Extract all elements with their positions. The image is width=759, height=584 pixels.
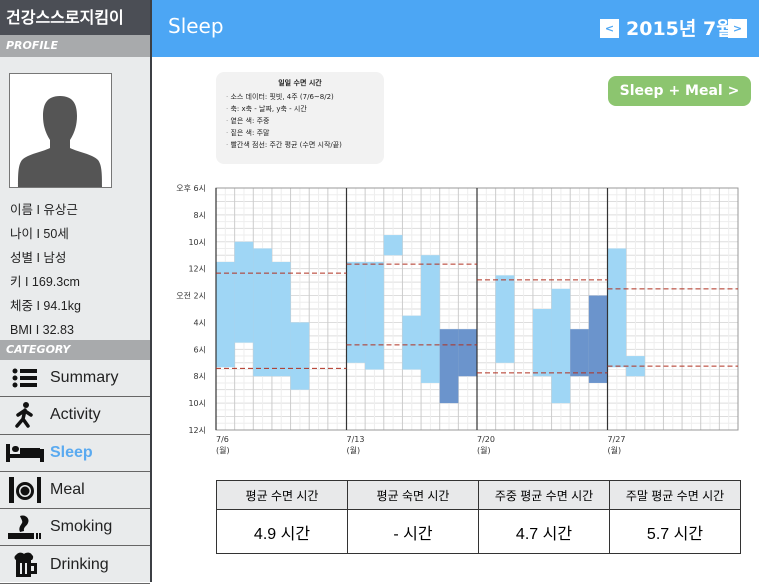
sleep-bar bbox=[495, 275, 515, 363]
y-tick-label: 8시 bbox=[194, 372, 206, 381]
page-title: Sleep bbox=[168, 14, 224, 38]
profile-bmi: BMI I 32.83 bbox=[10, 323, 74, 337]
sidebar-item-label: Meal bbox=[50, 481, 85, 499]
sidebar-item-label: Summary bbox=[50, 369, 119, 387]
y-tick-label: 오후 6시 bbox=[176, 184, 206, 193]
profile-photo bbox=[9, 73, 112, 188]
person-silhouette-icon bbox=[18, 96, 102, 187]
legend-item: 소스 데이터: 핏빗, 4주 (7/6~8/2) bbox=[226, 91, 374, 103]
sleep-bar bbox=[271, 261, 291, 377]
sleep-bar bbox=[253, 248, 272, 377]
prev-month-button[interactable]: < bbox=[600, 19, 619, 38]
sidebar-item-label: Smoking bbox=[50, 518, 113, 536]
category-header: CATEGORY bbox=[0, 340, 150, 360]
sidebar-item-sleep[interactable]: Sleep bbox=[0, 435, 150, 472]
app-title: 건강스스로지킴이 bbox=[0, 0, 150, 35]
legend-item: 빨간색 점선: 주간 평균 (수면 시작/끝) bbox=[226, 139, 374, 151]
x-tick-day: (월) bbox=[608, 445, 622, 455]
summary-header: 평균 수면 시간 bbox=[216, 480, 348, 510]
sleep-bar bbox=[383, 235, 403, 256]
sleep-bar bbox=[588, 295, 608, 383]
beer-mug-icon bbox=[0, 552, 50, 578]
y-tick-label: 12시 bbox=[188, 265, 206, 274]
sidebar-item-label: Activity bbox=[50, 406, 101, 424]
sleep-bar bbox=[570, 329, 589, 377]
sidebar: 건강스스로지킴이 PROFILE 이름 I 유상근 나이 I 50세 성별 I … bbox=[0, 0, 152, 584]
sidebar-item-label: Sleep bbox=[50, 443, 93, 461]
profile-header: PROFILE bbox=[0, 35, 150, 57]
y-tick-label: 8시 bbox=[194, 211, 206, 220]
current-month: 2015년 7월 bbox=[626, 18, 734, 40]
y-tick-label: 10시 bbox=[188, 238, 206, 247]
y-tick-label: 6시 bbox=[194, 345, 206, 354]
summary-header: 주말 평균 수면 시간 bbox=[609, 480, 741, 510]
sleep-bar bbox=[439, 329, 459, 404]
sleep-bar bbox=[532, 309, 552, 377]
sleep-bar bbox=[402, 315, 422, 370]
sidebar-item-meal[interactable]: Meal bbox=[0, 472, 150, 510]
y-tick-label: 오전 2시 bbox=[176, 291, 206, 301]
summary-table: 평균 수면 시간 평균 숙면 시간 주중 평균 수면 시간 주말 평균 수면 시… bbox=[216, 480, 741, 554]
sidebar-item-activity[interactable]: Activity bbox=[0, 397, 150, 435]
summary-header: 주중 평균 수면 시간 bbox=[478, 480, 610, 510]
x-tick-label: 7/6 bbox=[216, 435, 229, 444]
plate-cutlery-icon bbox=[0, 477, 50, 504]
next-month-button[interactable]: > bbox=[728, 19, 747, 38]
sidebar-item-label: Drinking bbox=[50, 555, 109, 573]
profile-name: 이름 I 유상근 bbox=[10, 203, 78, 217]
profile-gender: 성별 I 남성 bbox=[10, 251, 67, 265]
x-tick-label: 7/27 bbox=[608, 435, 626, 444]
cigarette-icon bbox=[0, 514, 50, 540]
sleep-bar bbox=[346, 261, 366, 363]
sidebar-item-drinking[interactable]: Drinking bbox=[0, 546, 150, 584]
x-tick-day: (월) bbox=[216, 445, 230, 455]
summary-value: 4.9 시간 bbox=[216, 509, 348, 554]
page-header: Sleep < 2015년 7월 > bbox=[152, 0, 759, 57]
legend-item: 짙은 색: 주말 bbox=[226, 127, 374, 139]
y-tick-label: 4시 bbox=[194, 318, 206, 327]
legend-item: 옅은 색: 주중 bbox=[226, 115, 374, 127]
profile-height: 키 I 169.3cm bbox=[10, 275, 80, 289]
profile-info: 이름 I 유상근 나이 I 50세 성별 I 남성 키 I 169.3cm 체중… bbox=[10, 198, 81, 342]
category-nav: CATEGORY Summary Activity Sleep Meal Smo… bbox=[0, 340, 150, 584]
summary-value: 5.7 시간 bbox=[609, 509, 741, 554]
sidebar-item-smoking[interactable]: Smoking bbox=[0, 509, 150, 547]
sleep-chart: 오후 6시8시10시12시오전 2시4시6시8시10시12시7/6(월)7/13… bbox=[176, 184, 739, 455]
sleep-meal-button[interactable]: Sleep + Meal > bbox=[608, 76, 751, 106]
x-tick-label: 7/20 bbox=[477, 435, 495, 444]
summary-value: 4.7 시간 bbox=[478, 509, 610, 554]
y-tick-label: 10시 bbox=[188, 399, 206, 408]
sleep-bar bbox=[365, 261, 384, 370]
sleep-bar bbox=[607, 248, 627, 368]
sleep-bar bbox=[234, 241, 254, 343]
summary-value: - 시간 bbox=[347, 509, 479, 554]
y-tick-label: 12시 bbox=[188, 426, 206, 435]
profile-age: 나이 I 50세 bbox=[10, 227, 69, 241]
chart-legend: 일일 수면 시간 소스 데이터: 핏빗, 4주 (7/6~8/2) 축: x축 … bbox=[216, 72, 384, 164]
running-person-icon bbox=[0, 402, 50, 429]
legend-item: 축: x축 - 날짜, y축 - 시간 bbox=[226, 103, 374, 115]
sleep-bar bbox=[290, 322, 310, 390]
sleep-bar bbox=[551, 288, 571, 404]
x-tick-day: (월) bbox=[477, 445, 491, 455]
sleep-bar bbox=[421, 255, 440, 383]
legend-title: 일일 수면 시간 bbox=[278, 79, 322, 87]
sleep-bar bbox=[458, 329, 477, 377]
sleep-bar bbox=[216, 261, 235, 368]
profile-weight: 체중 I 94.1kg bbox=[10, 299, 81, 313]
summary-header: 평균 숙면 시간 bbox=[347, 480, 479, 510]
bed-icon bbox=[0, 443, 50, 462]
x-tick-day: (월) bbox=[347, 445, 361, 455]
sidebar-item-summary[interactable]: Summary bbox=[0, 360, 150, 398]
x-tick-label: 7/13 bbox=[347, 435, 365, 444]
list-icon bbox=[0, 368, 50, 388]
